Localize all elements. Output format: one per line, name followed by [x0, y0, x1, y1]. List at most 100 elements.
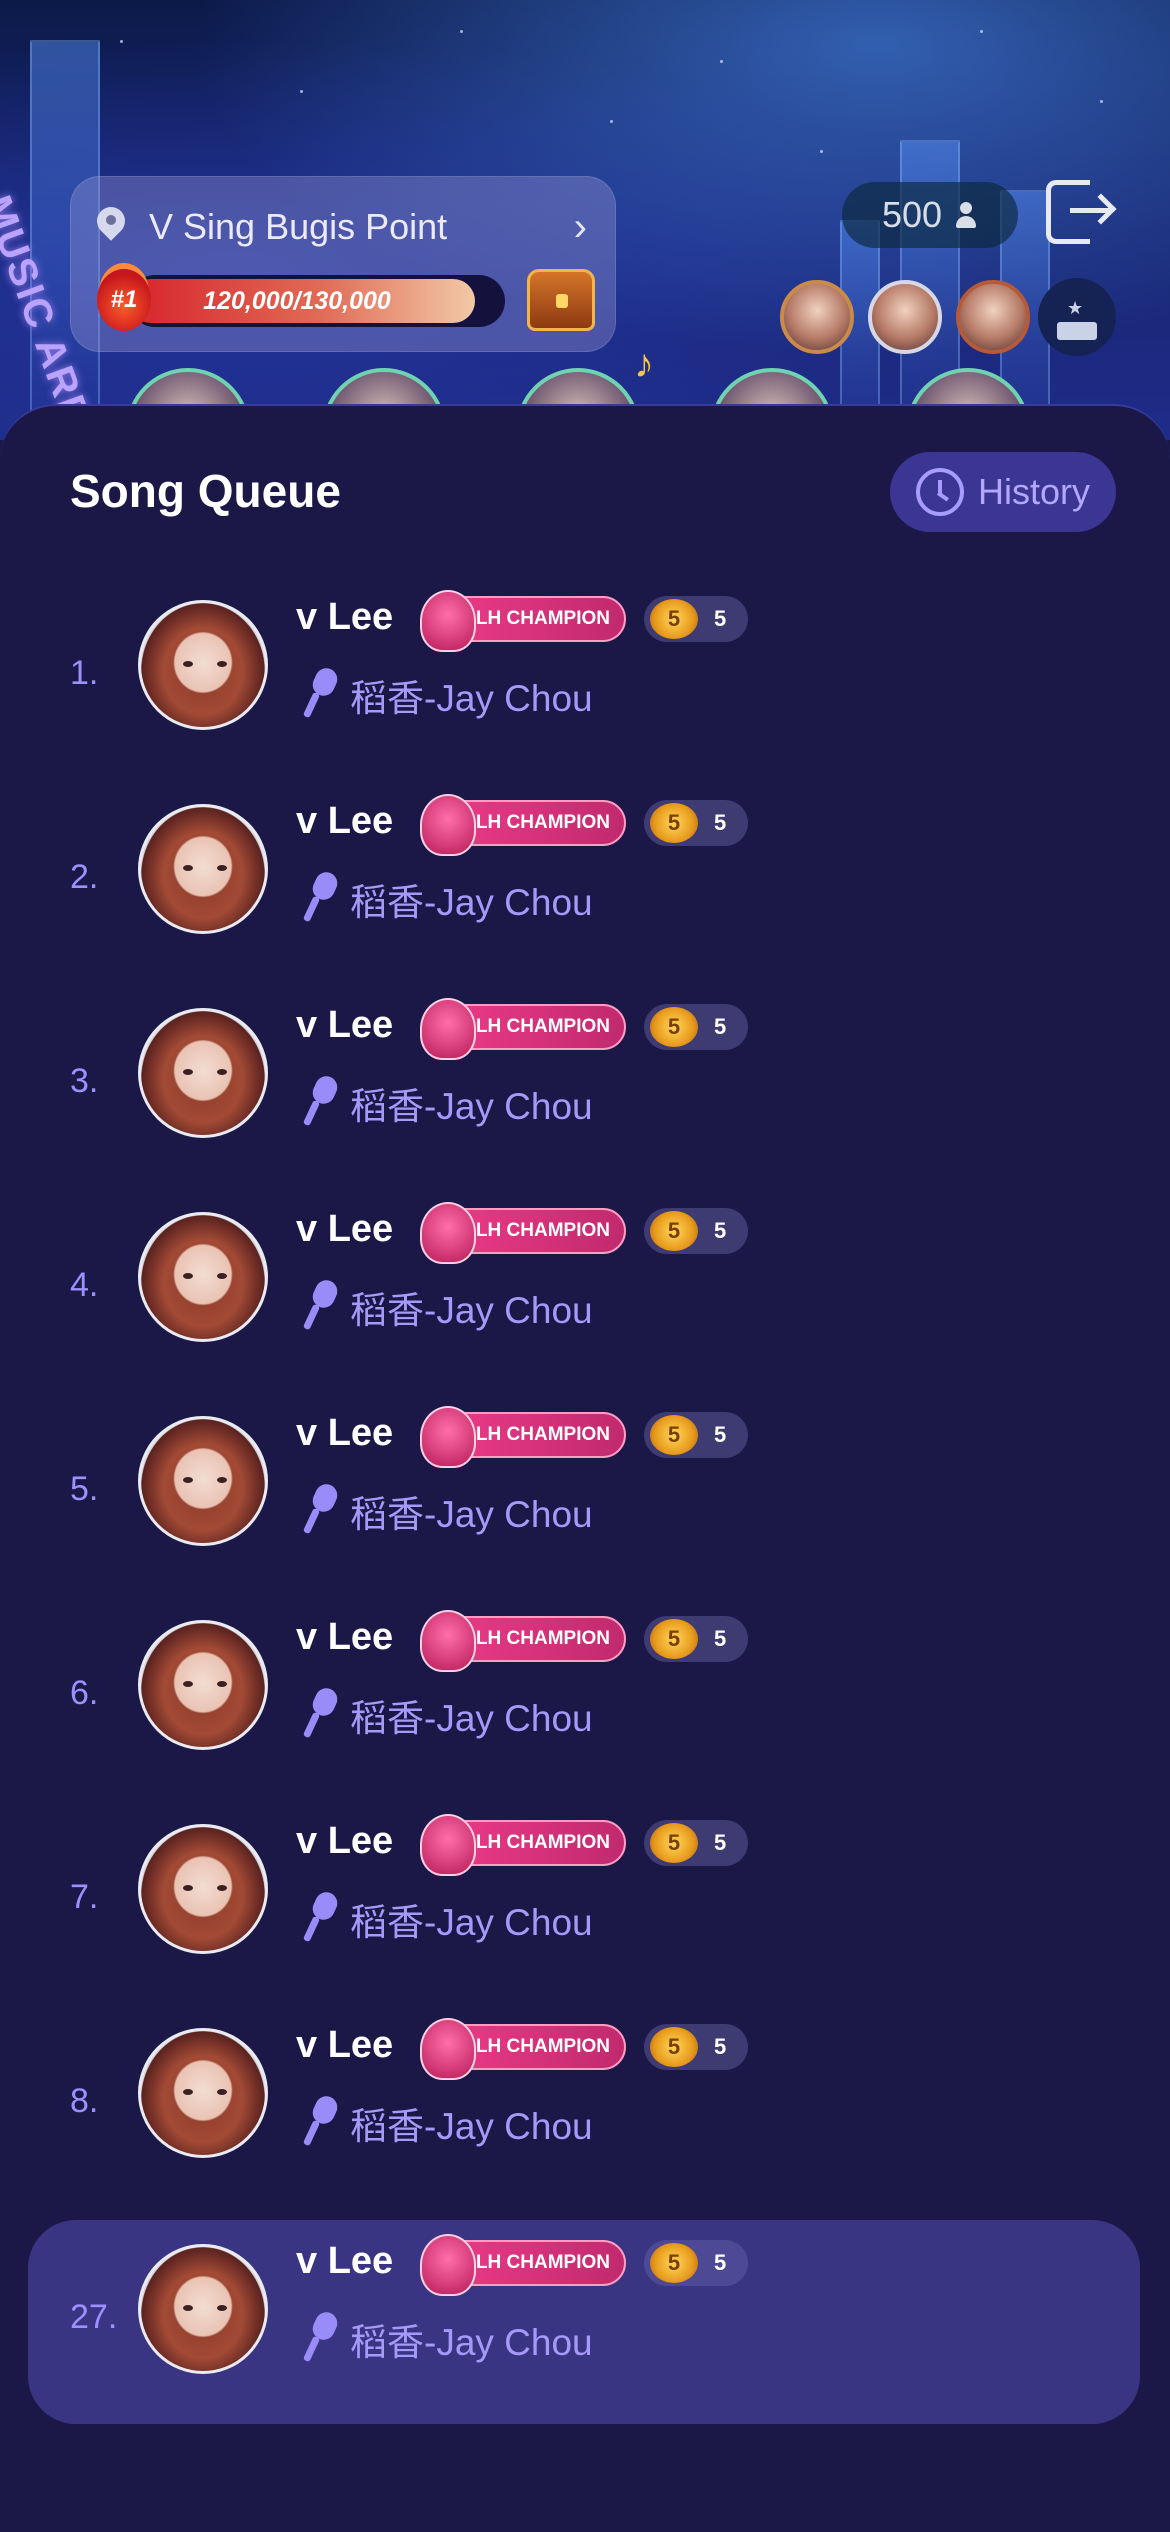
song-title: 稻香-Jay Chou	[350, 678, 593, 719]
level-badge: 55	[644, 1208, 748, 1254]
live-house-mic-icon	[420, 998, 476, 1060]
live-house-mic-icon	[420, 2018, 476, 2080]
level-crown-icon: 5	[650, 1619, 698, 1659]
live-house-mic-icon	[420, 2234, 476, 2296]
leaderboard-podium-icon[interactable]	[1038, 278, 1116, 356]
music-note-icon: ♪	[634, 342, 654, 386]
live-house-mic-icon	[420, 794, 476, 856]
level-value: 5	[714, 1014, 727, 1039]
location-card[interactable]: V Sing Bugis Point › 120,000/130,000 #1	[70, 176, 616, 352]
queue-row[interactable]: 1. v Lee LH CHAMPION 5 5 稻香-Jay Chou	[0, 576, 1170, 780]
singer-name: v Lee	[296, 1616, 394, 1658]
level-badge: 55	[644, 1820, 748, 1866]
location-name: V Sing Bugis Point	[149, 206, 448, 247]
champion-badge: LH CHAMPION	[420, 1406, 626, 1468]
singer-name: v Lee	[296, 1208, 394, 1250]
singer-name: v Lee	[296, 596, 394, 638]
song-queue-sheet: Song Queue History 1. v Lee LH CHAMPION 5 5 稻…	[0, 404, 1170, 2532]
microphone-icon	[300, 872, 340, 922]
audience-count[interactable]: 500	[842, 182, 1018, 248]
queue-row[interactable]: 7. v Lee LH CHAMPION 5 5 稻香-Jay Chou	[0, 1800, 1170, 2004]
level-value: 5	[714, 2034, 727, 2059]
microphone-icon	[300, 668, 340, 718]
audience-avatar[interactable]	[868, 280, 942, 354]
level-badge: 5 5	[644, 2240, 748, 2286]
level-value: 5	[714, 1830, 727, 1855]
champion-badge: LH CHAMPION	[420, 1814, 626, 1876]
singer-avatar[interactable]	[138, 600, 268, 730]
sheet-title: Song Queue	[70, 465, 341, 517]
location-pin-icon	[93, 205, 129, 249]
queue-row[interactable]: 2. v Lee LH CHAMPION 5 5 稻香-Jay Chou	[0, 780, 1170, 984]
level-crown-icon: 5	[650, 1823, 698, 1863]
song-title: 稻香-Jay Chou	[350, 2322, 593, 2363]
queue-row[interactable]: 4. v Lee LH CHAMPION 5 5 稻香-Jay Chou	[0, 1188, 1170, 1392]
singer-name: v Lee	[296, 1820, 394, 1862]
singer-avatar[interactable]	[138, 1416, 268, 1546]
singer-avatar[interactable]	[138, 1824, 268, 1954]
champion-badge: LH CHAMPION	[420, 998, 626, 1060]
microphone-icon	[300, 1892, 340, 1942]
queue-position: 3.	[70, 1062, 99, 1100]
live-house-mic-icon	[420, 1406, 476, 1468]
level-crown-icon: 5	[650, 2027, 698, 2067]
level-value: 5	[714, 606, 727, 631]
singer-name: v Lee	[296, 2024, 394, 2066]
level-crown-icon: 5	[650, 803, 698, 843]
queue-position: 5.	[70, 1470, 99, 1508]
level-value: 5	[714, 810, 727, 835]
singer-avatar[interactable]	[138, 1620, 268, 1750]
microphone-icon	[300, 1280, 340, 1330]
audience-avatar[interactable]	[956, 280, 1030, 354]
microphone-icon	[300, 1688, 340, 1738]
treasure-chest-icon[interactable]	[527, 269, 595, 331]
queue-row[interactable]: 8. v Lee LH CHAMPION 5 5 稻香-Jay Chou	[0, 2004, 1170, 2208]
singer-name: v Lee	[296, 2240, 394, 2282]
singer-avatar[interactable]	[138, 2244, 268, 2374]
song-title: 稻香-Jay Chou	[350, 1494, 593, 1535]
singer-avatar[interactable]	[138, 2028, 268, 2158]
queue-row[interactable]: 5. v Lee LH CHAMPION 5 5 稻香-Jay Chou	[0, 1392, 1170, 1596]
queue-position: 1.	[70, 654, 99, 692]
rank-fire-badge: #1	[97, 269, 151, 331]
queue-position: 6.	[70, 1674, 99, 1712]
location-row[interactable]: V Sing Bugis Point ›	[93, 197, 593, 257]
current-user-queue-row[interactable]: 27. v Lee LH CHAMPION 5 5 稻香-Jay Chou	[28, 2220, 1140, 2424]
history-clock-icon	[915, 468, 964, 516]
singer-avatar[interactable]	[138, 1008, 268, 1138]
level-badge: 55	[644, 596, 748, 642]
level-crown-icon: 5	[650, 1007, 698, 1047]
microphone-icon	[300, 1484, 340, 1534]
queue-row[interactable]: 6. v Lee LH CHAMPION 5 5 稻香-Jay Chou	[0, 1596, 1170, 1800]
song-title: 稻香-Jay Chou	[350, 882, 593, 923]
queue-position: 27.	[70, 2298, 118, 2336]
level-badge: 55	[644, 800, 748, 846]
level-badge: 55	[644, 1412, 748, 1458]
microphone-icon	[300, 2096, 340, 2146]
champion-badge: LH CHAMPION	[420, 2018, 626, 2080]
live-house-mic-icon	[420, 1202, 476, 1264]
singer-name: v Lee	[296, 1412, 394, 1454]
level-crown-icon: 5	[650, 599, 698, 639]
level-badge: 55	[644, 1004, 748, 1050]
singer-avatar[interactable]	[138, 1212, 268, 1342]
champion-badge: LH CHAMPION	[420, 794, 626, 856]
champion-badge: LH CHAMPION	[420, 590, 626, 652]
song-title: 稻香-Jay Chou	[350, 1698, 593, 1739]
exit-room-icon[interactable]	[1046, 180, 1117, 246]
microphone-icon	[300, 1076, 340, 1126]
queue-position: 4.	[70, 1266, 99, 1304]
live-house-mic-icon	[420, 1814, 476, 1876]
progress-text: 120,000/130,000	[203, 286, 391, 315]
level-value: 5	[714, 1218, 727, 1243]
queue-position: 2.	[70, 858, 99, 896]
level-value: 5	[714, 1422, 727, 1447]
level-value: 5	[714, 1626, 727, 1651]
singer-avatar[interactable]	[138, 804, 268, 934]
queue-row[interactable]: 3. v Lee LH CHAMPION 5 5 稻香-Jay Chou	[0, 984, 1170, 1188]
audience-avatar[interactable]	[780, 280, 854, 354]
champion-badge: LH CHAMPION	[420, 2234, 626, 2296]
chevron-right-icon[interactable]: ›	[574, 205, 587, 250]
queue-position: 8.	[70, 2082, 99, 2120]
history-button[interactable]: History	[890, 452, 1116, 532]
